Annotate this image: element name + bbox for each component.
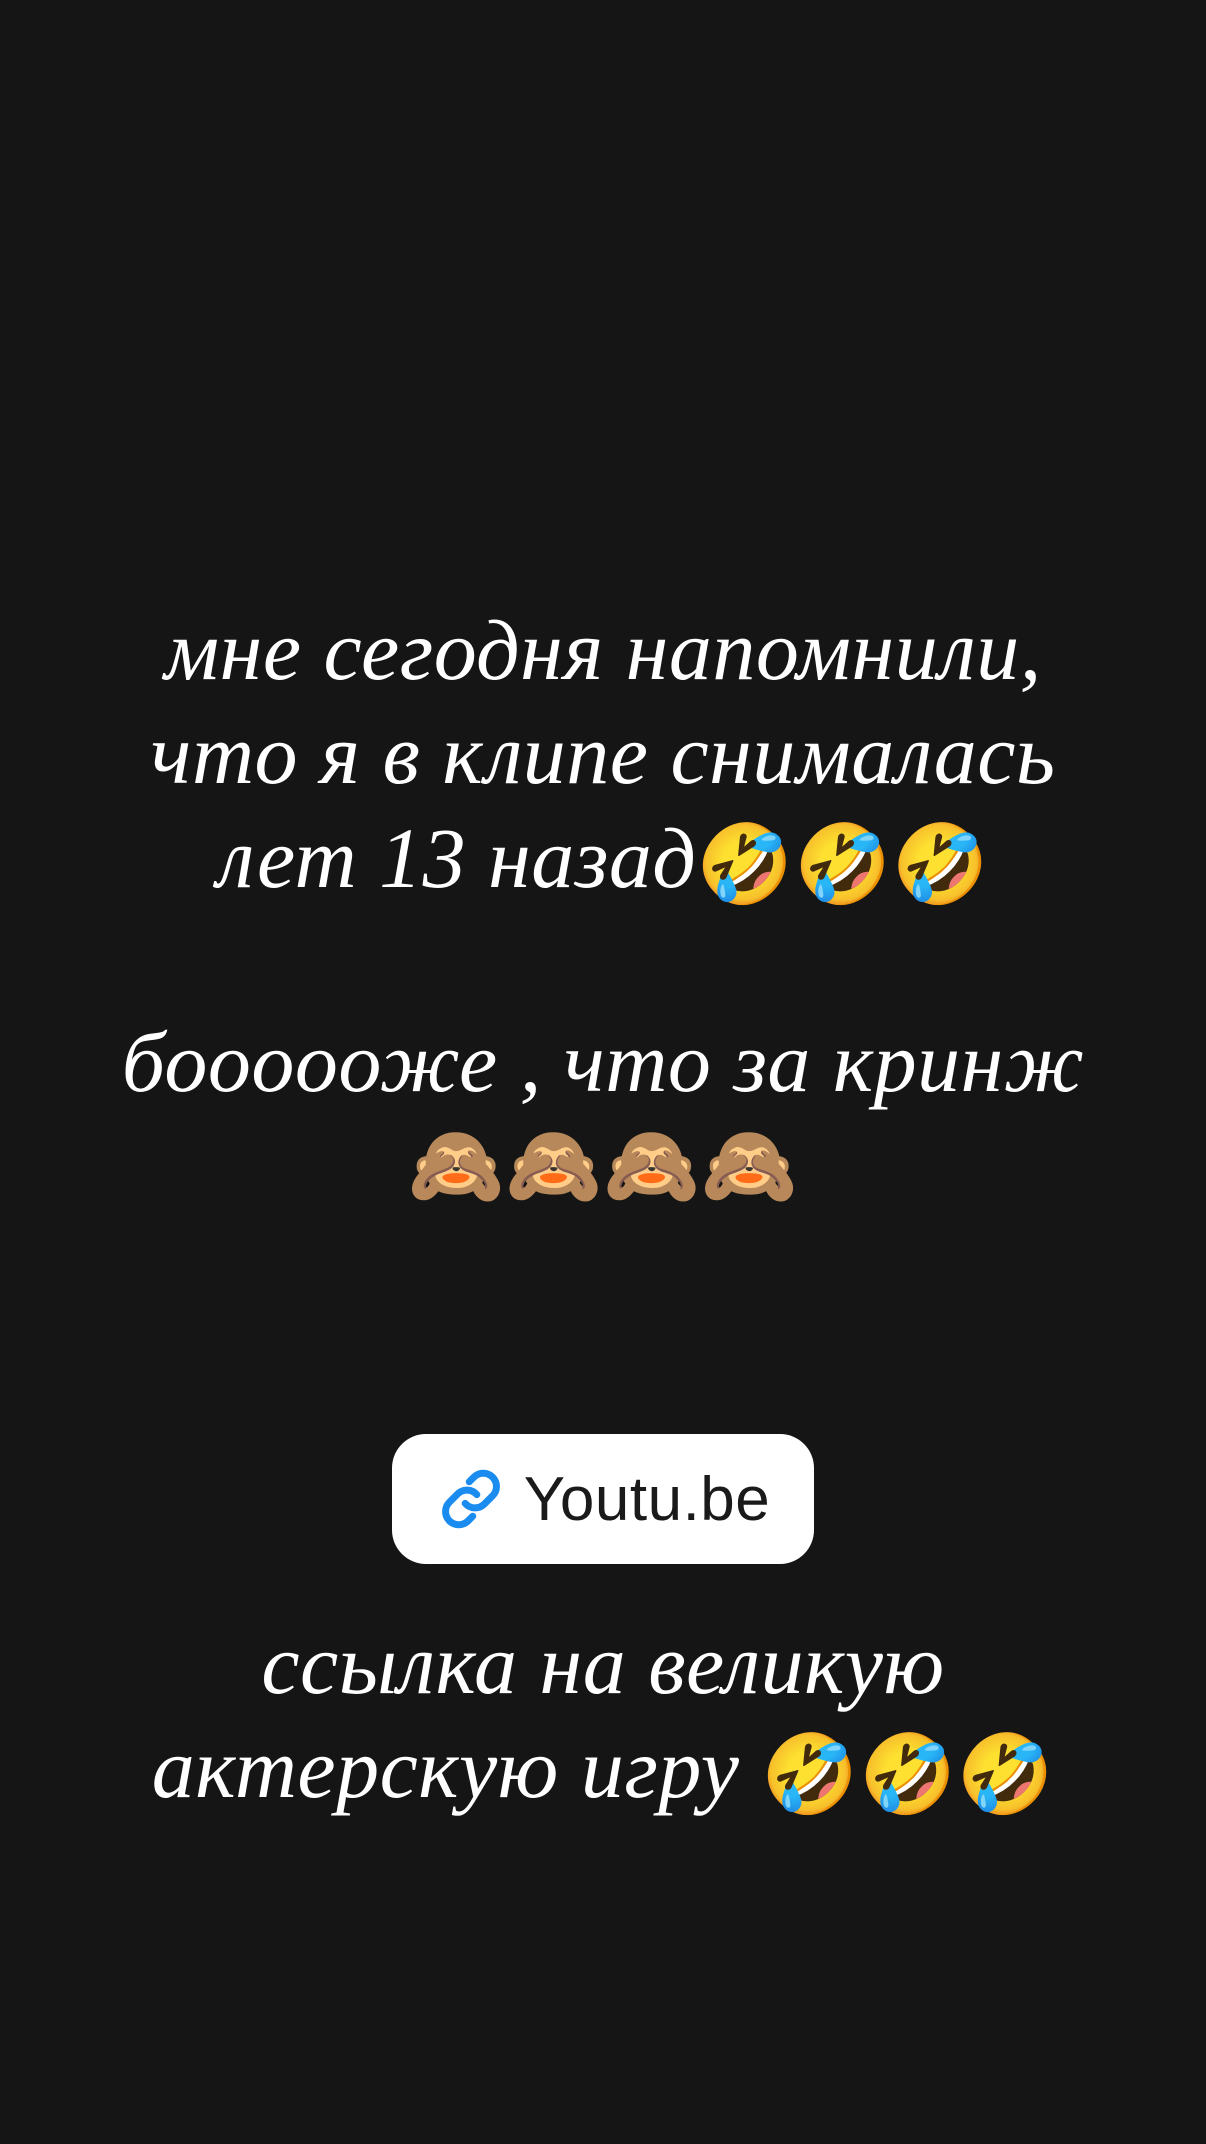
story-canvas: мне сегодня напомнили, что я в клипе сни… xyxy=(0,0,1206,2144)
text-line: мне сегодня напомнили, xyxy=(164,602,1042,698)
text-line-content: лет 13 назад xyxy=(216,810,697,906)
youtube-link-sticker[interactable]: Youtu.be xyxy=(392,1434,814,1564)
story-text-link-caption: ссылка на великую актерскую игру 🤣🤣🤣 xyxy=(0,1612,1206,1827)
story-text-cringe: боооооже , что за кринж 🙈🙈🙈🙈 xyxy=(0,1010,1206,1218)
text-line-content: актерскую игру xyxy=(151,1720,762,1816)
see-no-evil-monkey-emoji: 🙈🙈🙈🙈 xyxy=(407,1121,799,1211)
text-line: боооооже , что за кринж xyxy=(121,1014,1085,1110)
link-icon xyxy=(441,1469,500,1529)
text-line: актерскую игру 🤣🤣🤣 xyxy=(0,1716,1206,1827)
rolling-laughing-emoji: 🤣🤣🤣 xyxy=(761,1730,1055,1820)
text-line: что я в клипе снималась xyxy=(150,706,1056,802)
rolling-laughing-emoji: 🤣🤣🤣 xyxy=(696,820,990,910)
text-line: ссылка на великую xyxy=(261,1616,945,1712)
story-text-reminder: мне сегодня напомнили, что я в клипе сни… xyxy=(0,598,1206,917)
link-sticker-label: Youtu.be xyxy=(523,1464,771,1534)
text-line: лет 13 назад🤣🤣🤣 xyxy=(0,806,1206,917)
